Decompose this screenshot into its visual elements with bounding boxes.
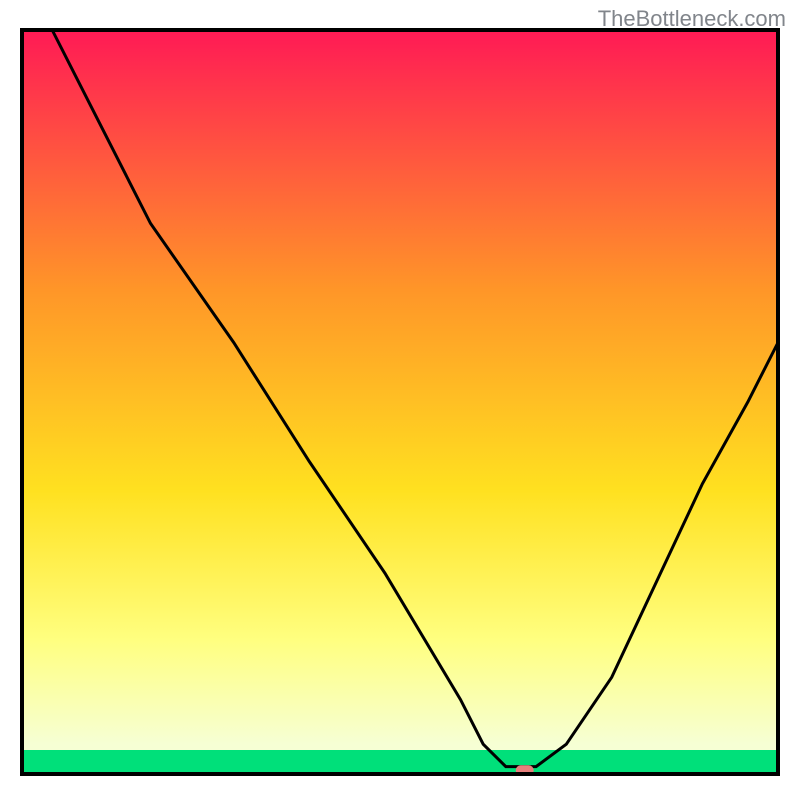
chart-container: TheBottleneck.com (0, 0, 800, 800)
gradient-bg (22, 30, 778, 774)
plot-area (22, 30, 778, 775)
watermark-text: TheBottleneck.com (598, 6, 786, 32)
green-band (22, 750, 778, 774)
chart-svg (0, 0, 800, 800)
